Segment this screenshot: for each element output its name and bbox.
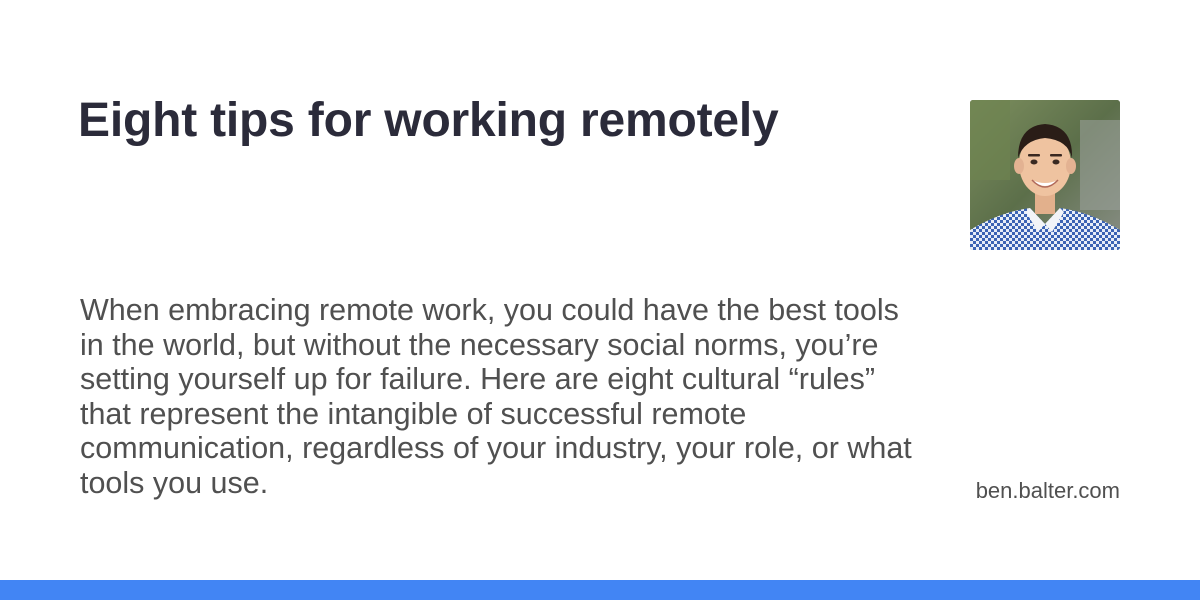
site-domain: ben.balter.com [975,478,1120,503]
author-photo-icon [970,100,1120,250]
author-avatar [970,100,1120,250]
page-description: When embracing remote work, you could ha… [80,293,912,500]
page-title: Eight tips for working remotely [78,94,779,147]
social-card: Eight tips for working remotely When emb… [0,0,1200,600]
accent-bar [0,580,1200,600]
